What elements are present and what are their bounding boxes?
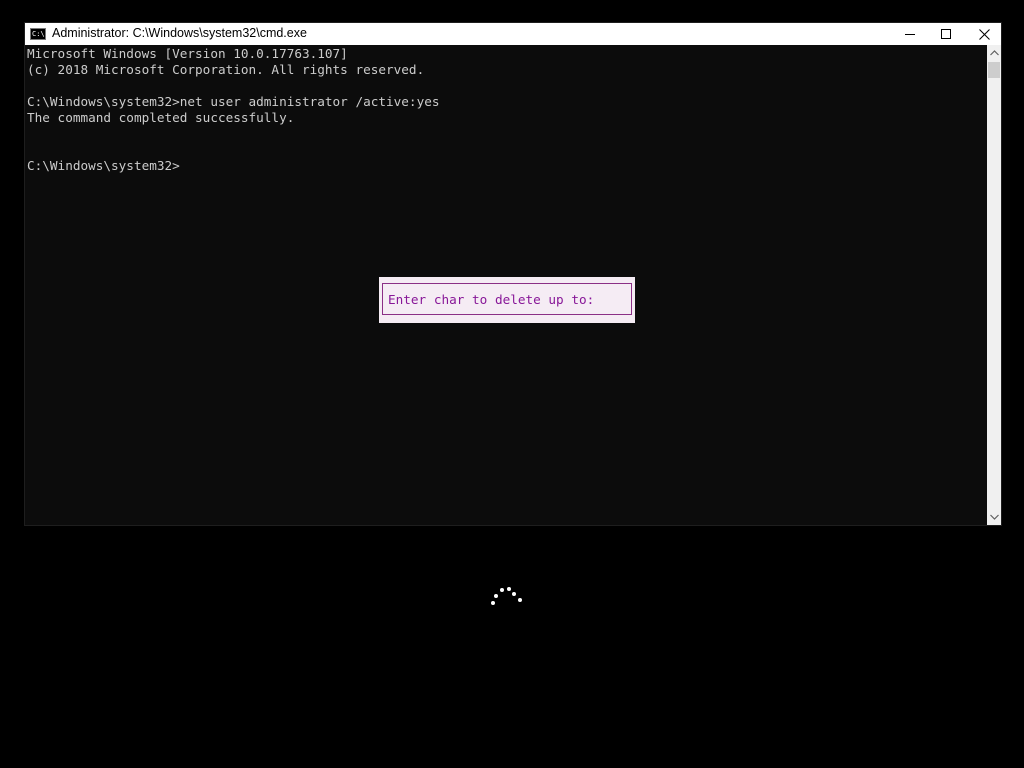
chevron-up-icon	[989, 50, 999, 56]
delete-char-popup[interactable]: Enter char to delete up to:	[379, 277, 635, 323]
vertical-scrollbar[interactable]	[987, 45, 1001, 525]
window-title: Administrator: C:\Windows\system32\cmd.e…	[52, 26, 307, 40]
scroll-thumb[interactable]	[988, 62, 1000, 78]
title-bar[interactable]: C:\ Administrator: C:\Windows\system32\c…	[25, 23, 1001, 45]
console-output[interactable]: Microsoft Windows [Version 10.0.17763.10…	[25, 45, 987, 525]
console-line: Microsoft Windows [Version 10.0.17763.10…	[27, 46, 348, 61]
maximize-icon	[941, 29, 951, 39]
maximize-button[interactable]	[927, 23, 965, 45]
popup-frame[interactable]: Enter char to delete up to:	[382, 283, 632, 315]
minimize-button[interactable]	[891, 23, 929, 45]
console-window[interactable]: C:\ Administrator: C:\Windows\system32\c…	[24, 22, 1002, 526]
scroll-up-button[interactable]	[987, 45, 1001, 61]
command-prompt[interactable]: C:\Windows\system32>	[27, 158, 180, 174]
cmd-icon: C:\	[30, 28, 46, 40]
chevron-down-icon	[989, 514, 999, 520]
scroll-down-button[interactable]	[987, 509, 1001, 525]
screen: C:\ Administrator: C:\Windows\system32\c…	[0, 0, 1024, 768]
close-icon	[978, 28, 990, 40]
minimize-icon	[905, 34, 915, 35]
popup-prompt: Enter char to delete up to:	[388, 291, 595, 307]
loading-spinner-icon	[491, 587, 522, 605]
console-line: The command completed successfully.	[27, 110, 295, 125]
console-line: C:\Windows\system32>net user administrat…	[27, 94, 440, 109]
close-button[interactable]	[965, 23, 1003, 45]
console-line: (c) 2018 Microsoft Corporation. All righ…	[27, 62, 425, 77]
